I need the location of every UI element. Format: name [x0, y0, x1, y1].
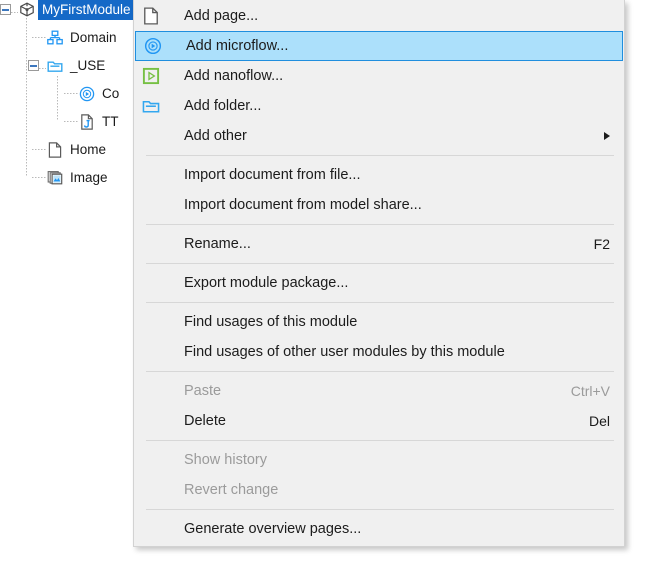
chevron-right-icon: [604, 132, 610, 140]
menu-item-label: Show history: [184, 452, 268, 468]
menu-item-label: Find usages of other user modules by thi…: [184, 344, 505, 360]
microflow-icon: [78, 85, 96, 103]
tree-item-label: Image: [70, 170, 108, 185]
menu-item-rename[interactable]: Rename... F2: [134, 229, 624, 259]
menu-separator: [146, 371, 614, 372]
javascript-action-icon: [78, 113, 96, 131]
tree-item-label: Home: [70, 142, 107, 157]
tree-connector-dots: [32, 37, 46, 38]
menu-item-label: Add nanoflow...: [184, 68, 284, 84]
folder-icon: [46, 57, 64, 75]
tree-connector-line: [26, 18, 27, 176]
menu-item-label: Add microflow...: [186, 38, 289, 54]
menu-separator: [146, 263, 614, 264]
menu-item-show-history: Show history: [134, 445, 624, 475]
menu-separator: [146, 155, 614, 156]
menu-item-label: Add folder...: [184, 98, 262, 114]
page-icon: [136, 3, 166, 29]
domain-model-icon: [46, 29, 64, 47]
tree-connector-dots: [11, 11, 18, 13]
tree-item-label: _USE: [70, 58, 106, 73]
menu-item-add-page[interactable]: Add page...: [134, 1, 624, 31]
menu-item-label: Generate overview pages...: [184, 521, 362, 537]
menu-item-label: Rename...: [184, 236, 251, 252]
menu-item-label: Add other: [184, 128, 247, 144]
menu-item-label: Import document from file...: [184, 167, 361, 183]
microflow-icon: [138, 33, 168, 59]
menu-item-shortcut: Ctrl+V: [570, 383, 610, 399]
menu-item-add-folder[interactable]: Add folder...: [134, 91, 624, 121]
menu-separator: [146, 509, 614, 510]
tree-connector-dots: [32, 149, 46, 150]
menu-item-add-nanoflow[interactable]: Add nanoflow...: [134, 61, 624, 91]
menu-separator: [146, 440, 614, 441]
nanoflow-icon: [136, 63, 166, 89]
tree-item-label: TT: [102, 114, 119, 129]
module-icon: [18, 1, 36, 19]
menu-item-find-usages-of-other-user-modules-by-this-module[interactable]: Find usages of other user modules by thi…: [134, 337, 624, 367]
menu-item-shortcut: F2: [593, 236, 610, 252]
menu-item-label: Revert change: [184, 482, 279, 498]
tree-connector-dots: [32, 177, 46, 178]
tree-item-label: MyFirstModule: [38, 0, 135, 20]
menu-item-delete[interactable]: Delete Del: [134, 406, 624, 436]
menu-item-revert-change: Revert change: [134, 475, 624, 505]
menu-item-add-microflow[interactable]: Add microflow...: [135, 31, 623, 61]
menu-item-label: Import document from model share...: [184, 197, 422, 213]
menu-item-label: Paste: [184, 383, 222, 399]
menu-item-label: Delete: [184, 413, 226, 429]
menu-item-label: Find usages of this module: [184, 314, 358, 330]
tree-item-label: Domain: [70, 30, 117, 45]
image-collection-icon: [46, 169, 64, 187]
folder-icon: [136, 93, 166, 119]
tree-connector-dots: [39, 67, 46, 69]
menu-item-label: Add page...: [184, 8, 259, 24]
tree-connector-dots: [64, 93, 78, 94]
tree-connector-dots: [64, 121, 78, 122]
menu-separator: [146, 224, 614, 225]
tree-item-label: Co: [102, 86, 120, 101]
page-icon: [46, 141, 64, 159]
menu-item-find-usages-of-this-module[interactable]: Find usages of this module: [134, 307, 624, 337]
menu-item-import-document-from-model-share[interactable]: Import document from model share...: [134, 190, 624, 220]
context-menu[interactable]: Add page... Add microflow... Add nanoflow.…: [133, 0, 625, 547]
menu-item-add-other[interactable]: Add other: [134, 121, 624, 151]
menu-item-generate-overview-pages[interactable]: Generate overview pages...: [134, 514, 624, 544]
tree-expander-collapse-icon[interactable]: [0, 4, 11, 15]
menu-item-import-document-from-file[interactable]: Import document from file...: [134, 160, 624, 190]
menu-item-export-module-package[interactable]: Export module package...: [134, 268, 624, 298]
menu-item-label: Export module package...: [184, 275, 349, 291]
menu-item-shortcut: Del: [588, 413, 610, 429]
menu-item-paste: Paste Ctrl+V: [134, 376, 624, 406]
tree-connector-line: [57, 76, 58, 120]
menu-separator: [146, 302, 614, 303]
tree-expander-collapse-icon[interactable]: [28, 60, 39, 71]
